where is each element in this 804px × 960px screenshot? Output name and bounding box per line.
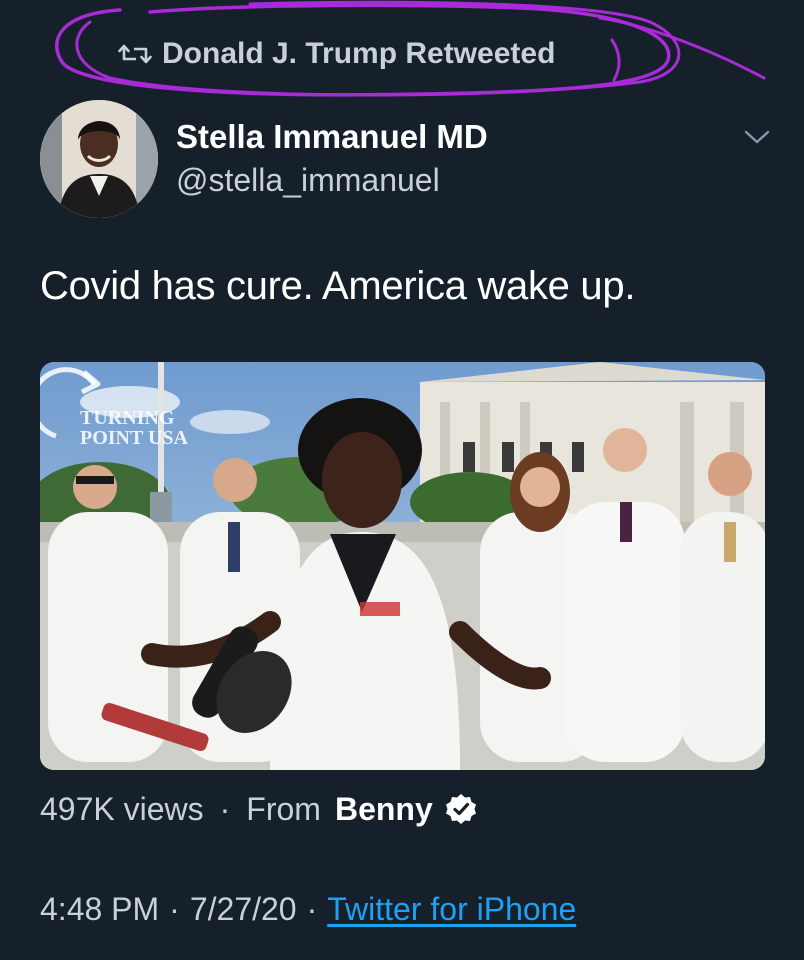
avatar[interactable] <box>40 100 158 218</box>
tweet-media-video[interactable]: TURNING POINT USA <box>40 362 765 770</box>
video-thumbnail: TURNING POINT USA <box>40 362 765 770</box>
separator-dot: · <box>306 890 318 927</box>
source-account-name[interactable]: Benny <box>335 791 433 828</box>
verified-badge-icon <box>445 794 476 824</box>
tweet-detail-screen: Donald J. Trump Retweeted Stella Immanue… <box>0 0 804 960</box>
retweet-label: Donald J. Trump Retweeted <box>162 37 556 70</box>
timestamp-row: 4:48 PM · 7/27/20 · Twitter for iPhone <box>40 886 576 932</box>
tweet-date: 7/27/20 <box>189 890 297 927</box>
watermark-line2: POINT USA <box>80 427 189 449</box>
chevron-down-icon[interactable] <box>742 126 772 148</box>
view-count: 497K views <box>40 790 204 827</box>
video-stats-row: 497K views · From Benny <box>40 786 477 832</box>
retweet-context[interactable]: Donald J. Trump Retweeted <box>118 34 555 74</box>
author-handle[interactable]: @stella_immanuel <box>176 162 440 199</box>
from-label: From <box>246 790 321 827</box>
separator-dot: · <box>219 790 231 827</box>
avatar-photo <box>40 100 158 218</box>
client-source-link[interactable]: Twitter for iPhone <box>327 891 576 928</box>
tweet-time: 4:48 PM <box>40 890 160 927</box>
retweet-icon <box>118 44 152 64</box>
author-name[interactable]: Stella Immanuel MD <box>176 118 488 156</box>
separator-dot: · <box>169 890 180 927</box>
tweet-text: Covid has cure. America wake up. <box>40 264 636 308</box>
watermark-line1: TURNING <box>80 407 175 429</box>
